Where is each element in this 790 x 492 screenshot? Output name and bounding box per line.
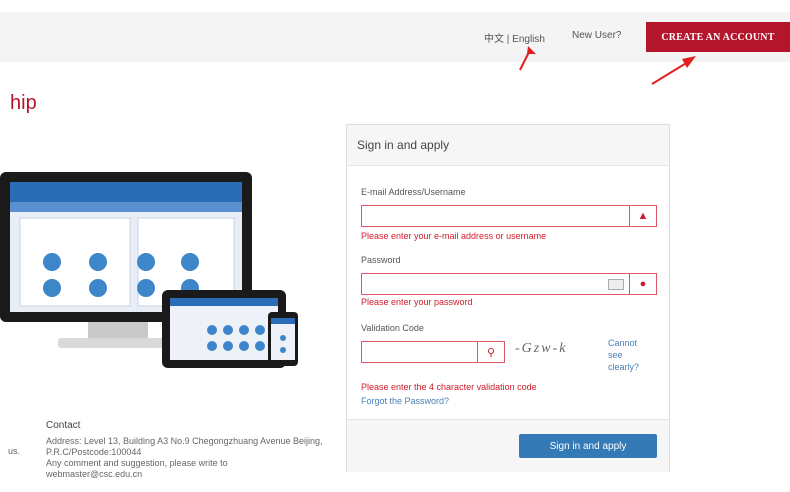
forgot-password-link[interactable]: Forgot the Password? xyxy=(361,396,449,406)
password-error: Please enter your password xyxy=(361,297,473,307)
password-label: Password xyxy=(361,255,401,265)
page-title: hip xyxy=(10,92,37,114)
email-field[interactable]: ▲ xyxy=(361,205,657,227)
contact-details: Address: Level 13, Building A3 No.9 Cheg… xyxy=(46,436,326,480)
email-label: E-mail Address/Username xyxy=(361,187,466,197)
truncated-text: us. xyxy=(8,446,21,456)
login-panel-footer: Sign in and apply xyxy=(347,419,669,472)
login-panel-title: Sign in and apply xyxy=(347,125,669,166)
login-panel: Sign in and apply E-mail Address/Usernam… xyxy=(346,124,670,472)
password-field[interactable]: ● xyxy=(361,273,657,295)
language-switch[interactable]: 中文 | English xyxy=(484,30,545,45)
captcha-image[interactable]: -Gzw-k xyxy=(515,341,567,357)
contact-address: Address: Level 13, Building A3 No.9 Cheg… xyxy=(46,436,323,457)
key-icon: ⚲ xyxy=(477,342,504,362)
refresh-captcha-link[interactable]: Cannot see clearly? xyxy=(608,337,648,373)
new-user-label: New User? xyxy=(572,30,622,41)
lock-icon: ● xyxy=(629,274,656,294)
user-icon: ▲ xyxy=(629,206,656,226)
create-account-arrow-annotation xyxy=(651,56,696,85)
validation-code-error: Please enter the 4 character validation … xyxy=(361,382,537,392)
contact-comment: Any comment and suggestion, please write… xyxy=(46,458,228,479)
email-error: Please enter your e-mail address or user… xyxy=(361,231,547,241)
validation-code-label: Validation Code xyxy=(361,323,424,333)
validation-code-field[interactable]: ⚲ xyxy=(361,341,505,363)
sign-in-button[interactable]: Sign in and apply xyxy=(519,434,657,458)
keyboard-icon[interactable] xyxy=(608,279,624,290)
create-account-button[interactable]: CREATE AN ACCOUNT xyxy=(646,22,790,52)
devices-illustration xyxy=(0,172,298,368)
language-arrow-annotation xyxy=(519,46,536,71)
contact-heading: Contact xyxy=(46,420,81,431)
